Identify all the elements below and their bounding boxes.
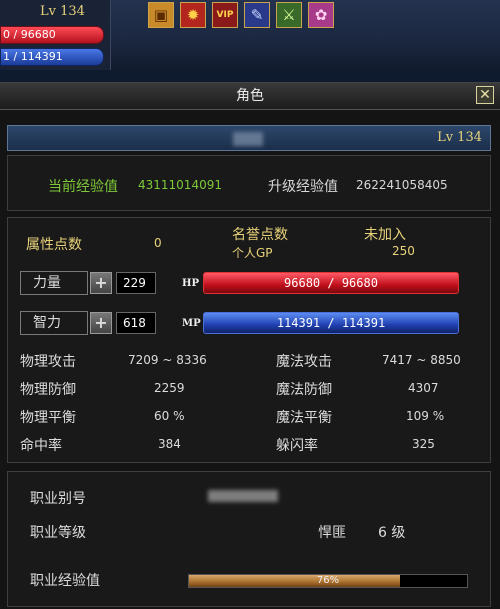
attribute-points-label: 属性点数 [26,237,82,253]
magic-stat-value: 7417 ~ 8850 [382,353,461,367]
job-class-name: 悍匪 [318,525,346,541]
character-window: 角色 ✕ Lv 134 当前经验值 43111014091 升级经验值 2622… [0,82,500,609]
hud-level: Lv 134 [40,4,85,19]
strength-value: 229 [116,272,156,294]
personal-gp-value: 250 [392,244,415,258]
stat-label: 物理防御 [20,382,76,398]
add-intelligence-button[interactable]: + [90,312,112,334]
stat-value: 60 % [154,409,185,423]
window-title: 角色 [236,88,264,104]
character-level: Lv 134 [437,130,482,145]
hud-mp-bar: 1 / 114391 [0,48,104,66]
attribute-points-value: 0 [154,236,162,250]
experience-panel: 当前经验值 43111014091 升级经验值 262241058405 [7,155,491,211]
hp-label: HP [182,278,199,289]
job-level-label: 职业等级 [30,525,86,541]
magic-stat-label: 躲闪率 [276,438,318,454]
scroll-icon[interactable]: ✎ [244,2,270,28]
intelligence-label: 智力 [33,315,61,331]
job-exp-percent: 76% [316,575,340,586]
magic-stat-value: 325 [412,437,435,451]
character-name-blurred [233,132,263,146]
magic-stat-value: 109 % [406,409,445,423]
sword-icon[interactable]: ⚔ [276,2,302,28]
stat-label: 物理平衡 [20,410,76,426]
treasure-chest-icon[interactable]: ▣ [148,2,174,28]
window-titlebar[interactable]: 角色 ✕ [0,83,500,110]
current-exp-label: 当前经验值 [48,179,118,195]
intelligence-value: 618 [116,312,156,334]
close-icon[interactable]: ✕ [476,86,494,104]
next-level-exp-value: 262241058405 [356,178,448,192]
mp-bar: 114391 / 114391 [203,312,459,334]
top-hud: Lv 134 0 / 96680 1 / 114391 ▣ ✹ VIP ✎ ⚔ ✿ [0,0,500,70]
magic-stat-value: 4307 [408,381,439,395]
job-alias-label: 职业别号 [30,491,86,507]
player-status-panel: Lv 134 0 / 96680 1 / 114391 [0,0,111,70]
character-name-bar: Lv 134 [7,125,491,151]
strength-label-box: 力量 [20,271,88,295]
job-panel: 职业别号 职业等级 悍匪 6 级 职业经验值 76% [7,471,491,607]
stat-label: 物理攻击 [20,354,76,370]
mp-label: MP [182,318,201,329]
stat-value: 2259 [154,381,185,395]
honor-points-value: 未加入 [364,227,406,243]
honor-points-label: 名誉点数 [232,227,288,243]
hud-hp-bar: 0 / 96680 [0,26,104,44]
stat-value: 7209 ~ 8336 [128,353,207,367]
job-exp-bar: 76% [188,574,468,588]
add-strength-button[interactable]: + [90,272,112,294]
vip-badge-icon[interactable]: VIP [212,2,238,28]
job-class-level: 6 级 [378,525,406,541]
stat-label: 命中率 [20,438,62,454]
flame-icon[interactable]: ✹ [180,2,206,28]
magic-stat-label: 魔法防御 [276,382,332,398]
flower-icon[interactable]: ✿ [308,2,334,28]
next-level-exp-label: 升级经验值 [268,179,338,195]
strength-label: 力量 [33,275,61,291]
magic-stat-label: 魔法攻击 [276,354,332,370]
job-exp-label: 职业经验值 [30,573,100,589]
hp-bar: 96680 / 96680 [203,272,459,294]
attributes-panel: 属性点数 0 名誉点数 未加入 个人GP 250 [7,217,491,463]
personal-gp-label: 个人GP [232,246,273,260]
magic-stat-label: 魔法平衡 [276,410,332,426]
job-alias-blurred [208,490,278,502]
current-exp-value: 43111014091 [138,178,222,192]
stat-value: 384 [158,437,181,451]
intelligence-label-box: 智力 [20,311,88,335]
